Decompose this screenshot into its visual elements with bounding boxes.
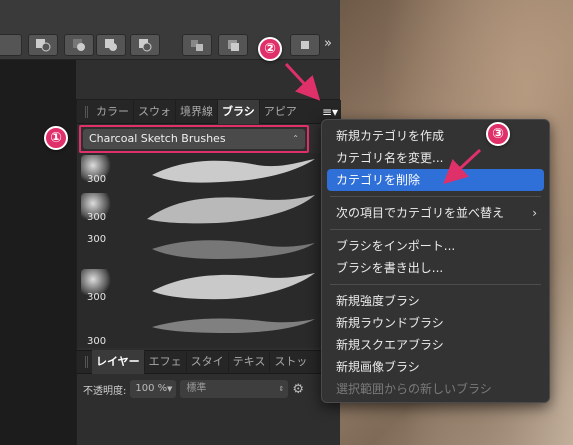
blend-mode-select[interactable]: 標準 ⇕ [180, 380, 289, 398]
menu-item-label: 新規画像ブラシ [336, 360, 420, 374]
menu-item-new-square-brush[interactable]: 新規スクエアブラシ [322, 334, 549, 356]
opacity-label: 不透明度: [83, 385, 127, 397]
blend-mode-value: 標準 [186, 383, 207, 394]
canvas-area-dark [0, 60, 76, 445]
brush-size: 300 [87, 336, 107, 347]
brush-item[interactable]: 300 [77, 229, 341, 267]
boolean-subtract-button[interactable] [28, 34, 58, 56]
toolbar-overflow-icon[interactable]: » [324, 36, 332, 51]
brush-size: 300 [87, 292, 107, 303]
brush-item[interactable]: 300 [77, 153, 341, 191]
intersect-icon [73, 39, 85, 51]
brush-stroke-preview [152, 318, 315, 333]
step-badge-3: ③ [486, 122, 510, 146]
menu-item-new-round-brush[interactable]: 新規ラウンドブラシ [322, 312, 549, 334]
brushes-panel: カラー スウォ 境界線 ブラシ アピア ≡▾ Charcoal Sketch B… [76, 99, 341, 445]
category-select-value: Charcoal Sketch Brushes [89, 132, 226, 145]
menu-separator [330, 196, 541, 197]
menu-item-import-brushes[interactable]: ブラシをインポート... [322, 235, 549, 257]
layers-tabs: レイヤー エフェ スタイ テキス ストッ [77, 350, 341, 374]
boolean-intersect-button[interactable] [64, 34, 94, 56]
tab-stock[interactable]: ストッ [270, 350, 311, 374]
brush-stroke-preview [152, 273, 315, 300]
menu-item-label: 次の項目でカテゴリを並べ替え [336, 206, 505, 220]
menu-item-new-image-brush[interactable]: 新規画像ブラシ [322, 356, 549, 378]
menu-item-new-brush-from-selection: 選択範囲からの新しいブラシ [322, 378, 549, 400]
grip-icon[interactable] [85, 105, 88, 118]
brush-stroke-preview [152, 240, 315, 259]
menu-item-label: カテゴリ名を変更... [336, 151, 444, 165]
brush-item[interactable]: 300 [77, 267, 341, 305]
opacity-value: 100 % [135, 383, 168, 394]
boolean-xor-button[interactable] [96, 34, 126, 56]
menu-item-label: ブラシを書き出し... [336, 261, 444, 275]
opacity-field[interactable]: 100 % ▼ [130, 380, 177, 398]
menu-item-label: 新規スクエアブラシ [336, 338, 444, 352]
step-badge-1: ① [44, 126, 68, 150]
arrange-front-button[interactable] [290, 34, 320, 56]
menu-item-sort-categories[interactable]: 次の項目でカテゴリを並べ替え › [322, 202, 549, 224]
tab-styles[interactable]: スタイ [187, 350, 229, 374]
menu-item-delete-category[interactable]: カテゴリを削除 [327, 169, 544, 191]
category-select[interactable]: Charcoal Sketch Brushes ⌃ [83, 129, 305, 149]
arrange-forward-icon [228, 40, 239, 51]
top-toolbar: » [0, 0, 340, 60]
subtract-icon [36, 39, 51, 52]
boolean-add-button[interactable] [0, 34, 22, 56]
menu-item-new-intensity-brush[interactable]: 新規強度ブラシ [322, 290, 549, 312]
step-badge-2: ② [258, 37, 282, 61]
updown-icon: ⌃ [292, 134, 299, 143]
tab-layers[interactable]: レイヤー [92, 350, 145, 374]
menu-item-label: 新規カテゴリを作成 [336, 129, 445, 143]
tab-brushes[interactable]: ブラシ [218, 99, 260, 124]
studio-tabs: カラー スウォ 境界線 ブラシ アピア ≡▾ [77, 99, 341, 124]
menu-item-label: 新規ラウンドブラシ [336, 316, 444, 330]
tab-swatches[interactable]: スウォ [134, 99, 176, 124]
layer-opacity-row: 不透明度: 100 % ▼ 標準 ⇕ ⚙ [77, 376, 341, 402]
gear-icon[interactable]: ⚙ [292, 382, 304, 397]
arrange-back-icon [191, 40, 203, 51]
menu-item-label: カテゴリを削除 [336, 173, 421, 187]
tab-stroke[interactable]: 境界線 [176, 99, 218, 124]
arrange-front-icon [301, 41, 309, 49]
divide-icon [139, 39, 152, 52]
menu-item-label: ブラシをインポート... [336, 239, 456, 253]
brush-list: 300 300 300 300 300 [77, 153, 341, 348]
menu-separator [330, 284, 541, 285]
brush-stroke-preview [147, 195, 315, 224]
menu-separator [330, 229, 541, 230]
menu-item-label: 選択範囲からの新しいブラシ [336, 382, 492, 396]
brush-size: 300 [87, 212, 107, 223]
boolean-divide-button[interactable] [130, 34, 160, 56]
brush-stroke-preview [152, 159, 315, 183]
brush-item[interactable]: 300 [77, 305, 341, 347]
panel-context-menu: 新規カテゴリを作成 カテゴリ名を変更... カテゴリを削除 次の項目でカテゴリを… [321, 119, 550, 403]
chevron-down-icon: ▼ [166, 385, 173, 393]
tab-appearance[interactable]: アピア [260, 100, 301, 124]
grip-icon[interactable] [85, 356, 88, 368]
tab-text-styles[interactable]: テキス [229, 350, 271, 374]
brush-size: 300 [87, 234, 107, 245]
arrange-forward-button[interactable] [218, 34, 248, 56]
brush-size: 300 [87, 174, 107, 185]
tab-effects[interactable]: エフェ [145, 350, 187, 374]
panel-menu-icon[interactable]: ≡▾ [321, 104, 339, 120]
tab-color[interactable]: カラー [92, 99, 134, 124]
menu-item-export-brushes[interactable]: ブラシを書き出し... [322, 257, 549, 279]
menu-item-new-category[interactable]: 新規カテゴリを作成 [322, 125, 549, 147]
updown-icon: ⇕ [278, 385, 285, 393]
chevron-right-icon: › [532, 206, 537, 220]
menu-item-label: 新規強度ブラシ [336, 294, 420, 308]
xor-icon [105, 39, 117, 51]
brush-item[interactable]: 300 [77, 191, 341, 229]
arrange-back-button[interactable] [182, 34, 212, 56]
menu-item-rename-category[interactable]: カテゴリ名を変更... [322, 147, 549, 169]
